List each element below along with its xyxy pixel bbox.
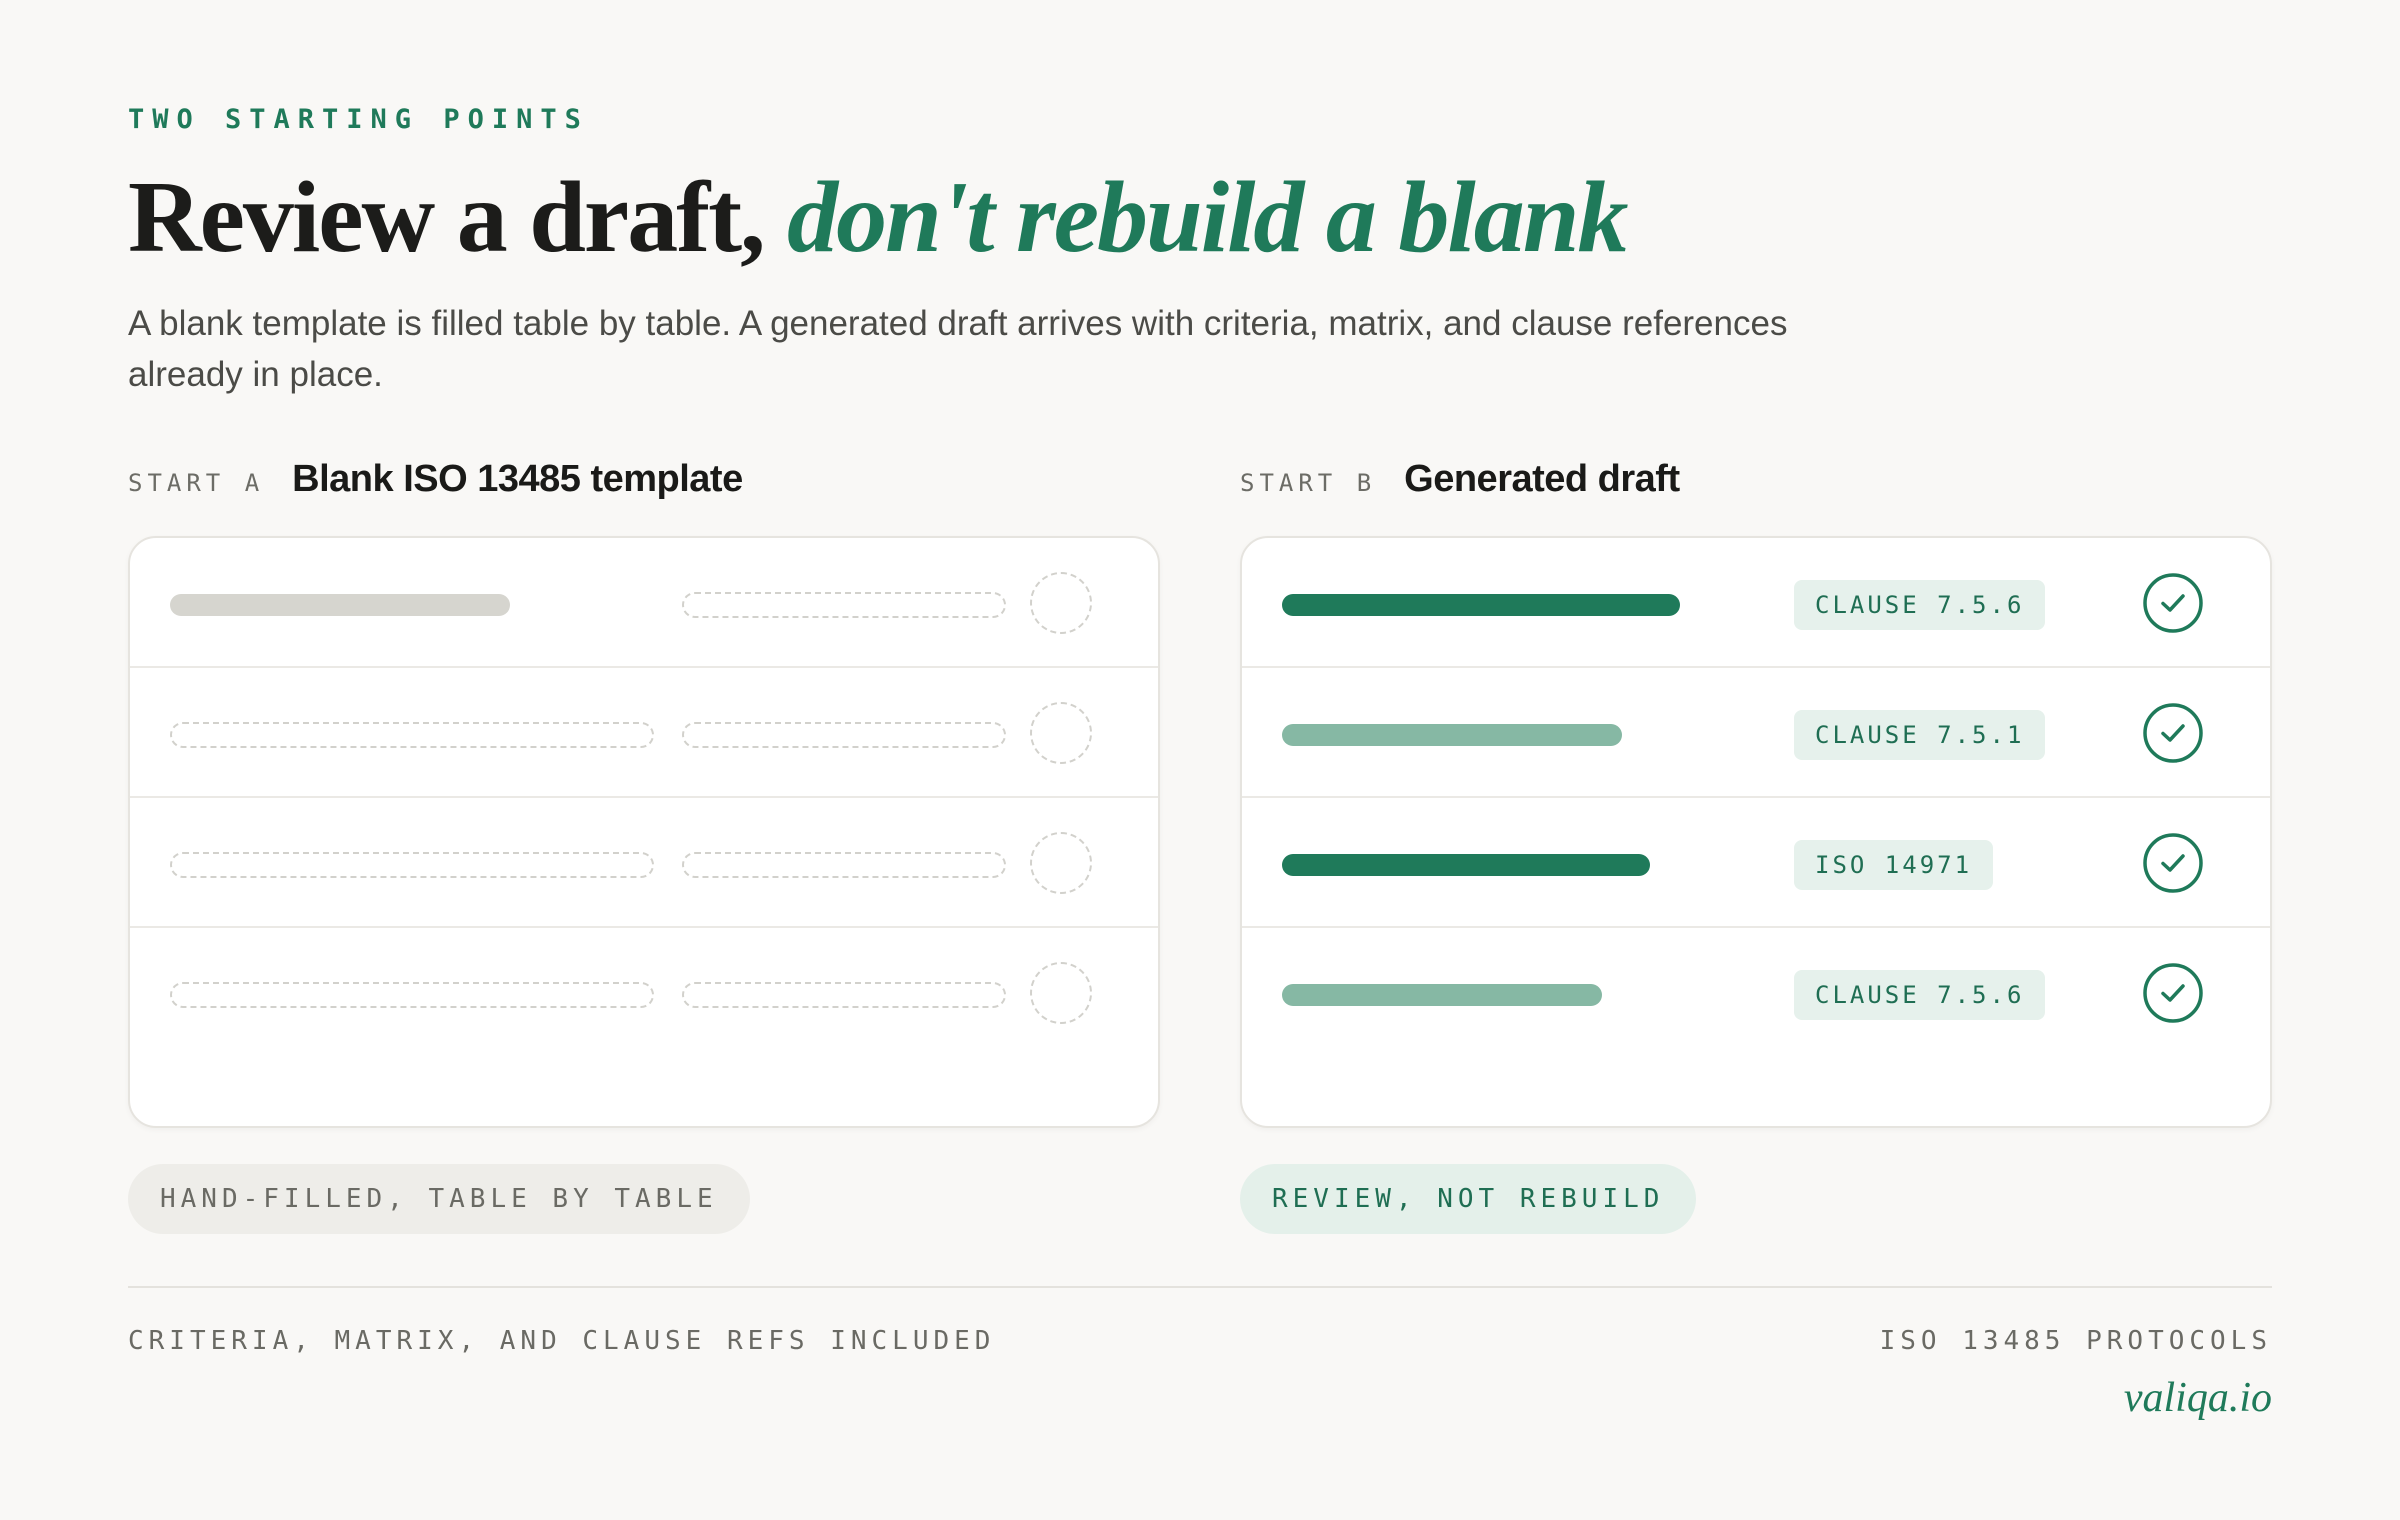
blank-template-card (128, 536, 1160, 1128)
draft-caption-pill: REVIEW, NOT REBUILD (1240, 1164, 1697, 1234)
empty-circle-placeholder (1030, 832, 1092, 894)
empty-circle-placeholder (1030, 702, 1092, 764)
eyebrow: TWO STARTING POINTS (128, 104, 589, 135)
check-circle-icon (2143, 963, 2203, 1023)
clause-chip: CLAUSE 7.5.1 (1794, 710, 2046, 760)
panel-a-tag: START A (128, 469, 265, 497)
placeholder-bar (170, 594, 510, 616)
empty-field (170, 722, 654, 748)
blank-caption-pill: HAND-FILLED, TABLE BY TABLE (128, 1164, 750, 1234)
template-row (130, 538, 1158, 668)
empty-field (170, 982, 654, 1008)
footer-right: ISO 13485 PROTOCOLS (1879, 1326, 2272, 1356)
check-circle-icon (2143, 833, 2203, 893)
empty-field (682, 982, 1006, 1008)
draft-row: CLAUSE 7.5.6 (1242, 538, 2270, 668)
clause-chip: CLAUSE 7.5.6 (1794, 580, 2046, 630)
headline-accent: don't rebuild a blank (787, 161, 1628, 274)
draft-row: CLAUSE 7.5.1 (1242, 668, 2270, 798)
panel-a-label: START A Blank ISO 13485 template (128, 458, 743, 501)
check-circle-icon (2143, 573, 2203, 633)
draft-row: ISO 14971 (1242, 798, 2270, 928)
check-circle-icon (2143, 703, 2203, 763)
draft-row: CLAUSE 7.5.6 (1242, 928, 2270, 1058)
criteria-bar (1282, 594, 1680, 616)
headline-main: Review a draft, (128, 161, 788, 274)
lead-paragraph: A blank template is filled table by tabl… (128, 304, 1788, 394)
empty-field (682, 722, 1006, 748)
criteria-bar (1282, 724, 1622, 746)
empty-circle-placeholder (1030, 962, 1092, 1024)
template-row (130, 928, 1158, 1058)
empty-circle-placeholder (1030, 572, 1092, 634)
panel-b-tag: START B (1240, 469, 1377, 497)
brand-logo[interactable]: valiqa.io (2124, 1374, 2272, 1422)
clause-chip: CLAUSE 7.5.6 (1794, 970, 2046, 1020)
generated-draft-card: CLAUSE 7.5.6 CLAUSE 7.5.1 ISO 14971 CLAU… (1240, 536, 2272, 1128)
criteria-bar (1282, 984, 1602, 1006)
empty-field (170, 852, 654, 878)
panel-b-label: START B Generated draft (1240, 458, 1680, 501)
panel-a-title: Blank ISO 13485 template (292, 458, 743, 500)
page-title: Review a draft, don't rebuild a blank (128, 158, 1628, 278)
panel-b-title: Generated draft (1404, 458, 1680, 500)
empty-field (682, 852, 1006, 878)
divider (128, 1286, 2272, 1288)
clause-chip: ISO 14971 (1794, 840, 1994, 890)
empty-field (682, 592, 1006, 618)
template-row (130, 668, 1158, 798)
criteria-bar (1282, 854, 1650, 876)
footer-left: CRITERIA, MATRIX, AND CLAUSE REFS INCLUD… (128, 1326, 996, 1356)
template-row (130, 798, 1158, 928)
